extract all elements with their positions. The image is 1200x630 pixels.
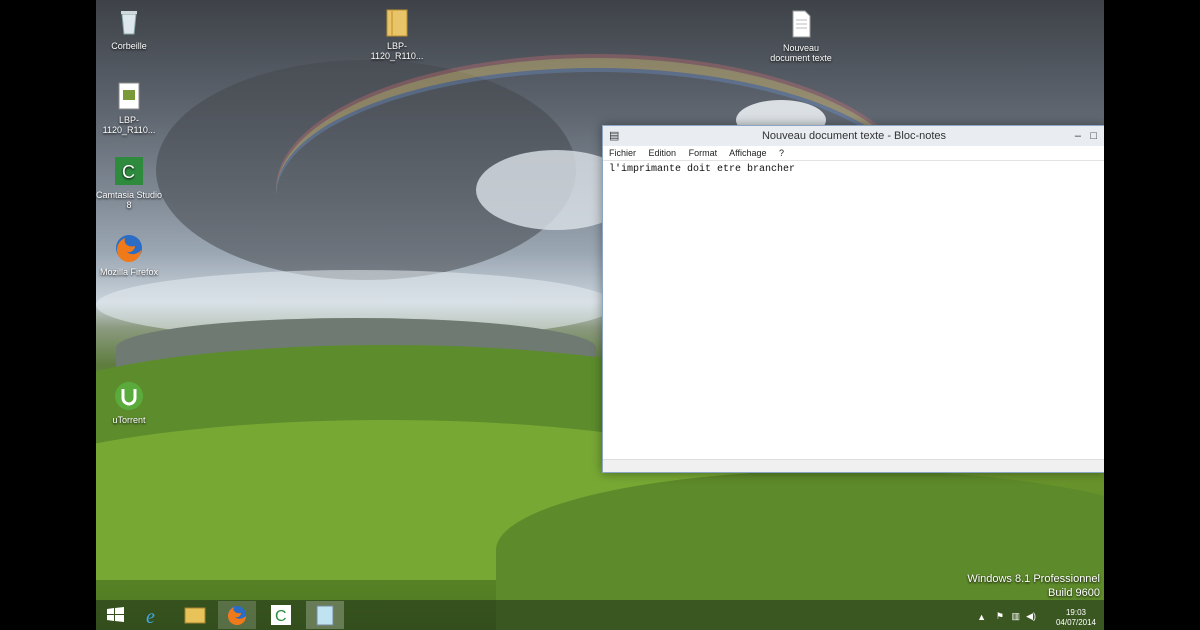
desktop-icon-recycle-bin[interactable]: Corbeille bbox=[96, 6, 164, 51]
internet-explorer-icon[interactable]: e bbox=[136, 601, 174, 629]
camtasia-taskbar-icon[interactable]: C bbox=[262, 601, 300, 629]
tray-arrow-icon[interactable]: ▲ bbox=[977, 612, 986, 622]
desktop-icon-firefox[interactable]: Mozilla Firefox bbox=[96, 232, 164, 277]
windows-watermark: Windows 8.1 Professionnel Build 9600 bbox=[967, 572, 1100, 600]
firefox-icon bbox=[116, 235, 142, 262]
notepad-text-area[interactable]: l'imprimante doit etre brancher bbox=[609, 164, 795, 175]
action-center-icon[interactable]: ⚑ bbox=[996, 611, 1004, 622]
clock-date: 04/07/2014 bbox=[1055, 618, 1096, 627]
desktop-icon-label: LBP-1120_R110... bbox=[102, 115, 156, 135]
maximize-icon[interactable]: □ bbox=[1090, 126, 1097, 146]
notepad-title-bar[interactable]: ▤ Nouveau document texte - Bloc-notes – … bbox=[603, 126, 1104, 146]
watermark-build: Build 9600 bbox=[1048, 587, 1100, 599]
windows-start-icon[interactable] bbox=[96, 601, 134, 629]
folder-icon bbox=[386, 9, 408, 37]
text-document-icon bbox=[792, 10, 811, 38]
menu-affichage[interactable]: Affichage bbox=[729, 148, 766, 158]
notepad-menu-bar: Fichier Edition Format Affichage ? bbox=[603, 146, 1104, 161]
desktop-icon-folder[interactable]: LBP-1120_R110... bbox=[362, 6, 432, 61]
desktop-icon-label: Camtasia Studio 8 bbox=[96, 190, 163, 210]
menu-format[interactable]: Format bbox=[689, 148, 718, 158]
watermark-edition: Windows 8.1 Professionnel bbox=[967, 573, 1100, 585]
desktop-icon-camtasia[interactable]: C Camtasia Studio 8 bbox=[96, 155, 164, 210]
svg-text:C: C bbox=[122, 162, 135, 182]
taskbar-clock[interactable]: 19:03 04/07/2014 bbox=[1056, 608, 1096, 628]
window-title: Nouveau document texte - Bloc-notes bbox=[761, 130, 947, 142]
notepad-window[interactable]: ▤ Nouveau document texte - Bloc-notes – … bbox=[602, 125, 1104, 473]
desktop-icon-label: Mozilla Firefox bbox=[99, 267, 158, 277]
firefox-taskbar-icon[interactable] bbox=[218, 601, 256, 629]
desktop-icon-label: Corbeille bbox=[111, 41, 147, 51]
installer-icon bbox=[118, 82, 140, 110]
desktop-icon-label: uTorrent bbox=[112, 415, 146, 425]
clock-time: 19:03 bbox=[1065, 608, 1086, 617]
desktop-icon-label: Nouveau document texte bbox=[770, 43, 832, 63]
menu-help[interactable]: ? bbox=[779, 148, 784, 158]
minimize-icon[interactable]: – bbox=[1075, 126, 1081, 146]
menu-fichier[interactable]: Fichier bbox=[609, 148, 636, 158]
volume-icon[interactable]: ◀) bbox=[1026, 611, 1036, 622]
notepad-taskbar-icon[interactable] bbox=[306, 601, 344, 629]
horizontal-scrollbar[interactable] bbox=[603, 459, 1104, 472]
desktop: Corbeille LBP-1120_R110... Nouveau docum… bbox=[96, 0, 1104, 630]
svg-text:e: e bbox=[146, 606, 155, 628]
file-explorer-icon[interactable] bbox=[176, 601, 214, 629]
desktop-icon-setup[interactable]: LBP-1120_R110... bbox=[96, 80, 164, 135]
svg-text:C: C bbox=[275, 608, 287, 625]
menu-edition[interactable]: Edition bbox=[649, 148, 677, 158]
desktop-icon-label: LBP-1120_R110... bbox=[370, 41, 424, 61]
taskbar: e C ▲ ⚑ ▥ ◀) 19:03 04/07/2014 bbox=[96, 600, 1104, 630]
recycle-bin-icon bbox=[121, 11, 137, 35]
notepad-app-icon: ▤ bbox=[609, 130, 620, 142]
desktop-icon-text-document[interactable]: Nouveau document texte bbox=[766, 8, 836, 63]
camtasia-icon: C bbox=[115, 157, 143, 185]
desktop-icon-utorrent[interactable]: uTorrent bbox=[96, 380, 164, 425]
network-icon[interactable]: ▥ bbox=[1011, 611, 1020, 622]
utorrent-icon bbox=[115, 382, 143, 410]
